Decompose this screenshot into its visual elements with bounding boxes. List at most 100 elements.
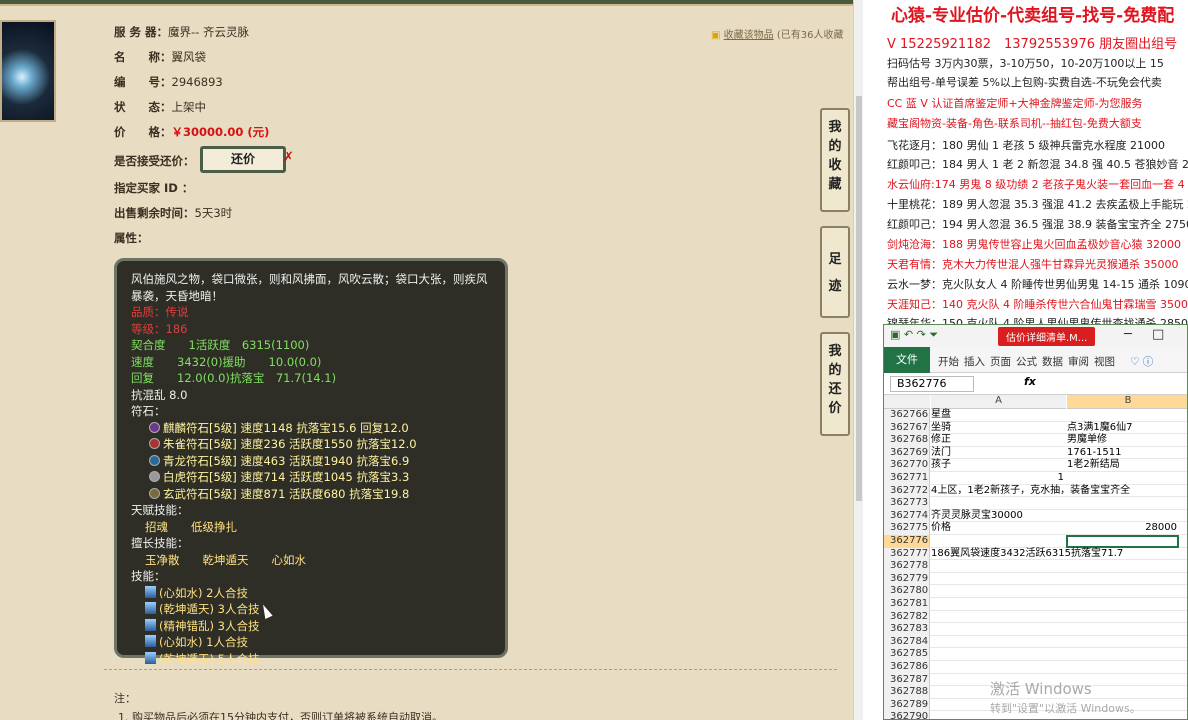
skill-icon xyxy=(145,585,156,598)
column-header-a[interactable]: A xyxy=(931,395,1066,409)
row-number[interactable]: 362770 xyxy=(884,459,930,472)
sheet-row[interactable]: 362769 法门 1761-1511 xyxy=(884,446,1187,460)
tab-home[interactable]: 开始 xyxy=(938,354,959,369)
name-value: 翼风袋 xyxy=(171,50,207,64)
cell-b[interactable]: 男魔单修 xyxy=(1067,434,1107,447)
row-number[interactable]: 362777 xyxy=(884,547,930,561)
cell-a[interactable]: 坐骑 xyxy=(931,422,951,435)
cell-a[interactable]: 星盘 xyxy=(931,409,951,422)
row-number[interactable]: 362780 xyxy=(884,585,930,598)
cell-a[interactable]: 修正 xyxy=(931,434,951,447)
row-number[interactable]: 362773 xyxy=(884,497,930,510)
favorite-label[interactable]: 收藏该物品 xyxy=(724,30,774,41)
counter-offer-button[interactable]: 还价 xyxy=(200,146,286,173)
cell-b[interactable]: 1老2新结局 xyxy=(1067,459,1120,472)
row-number[interactable]: 362778 xyxy=(884,560,930,573)
cell-a-number[interactable]: 1 xyxy=(994,472,1064,485)
sheet-row[interactable]: 362774 齐灵灵脉灵宝30000 xyxy=(884,509,1187,523)
row-number[interactable]: 362769 xyxy=(884,446,930,460)
file-tab[interactable]: 文件 xyxy=(884,347,930,373)
row-number[interactable]: 362767 xyxy=(884,421,930,435)
row-number[interactable]: 362782 xyxy=(884,610,930,624)
row-number[interactable]: 362788 xyxy=(884,686,930,699)
fx-icon[interactable]: fx xyxy=(1024,375,1036,388)
sheet-row[interactable]: 362771 1 xyxy=(884,472,1187,485)
row-number[interactable]: 362775 xyxy=(884,522,930,535)
page-scrollbar[interactable] xyxy=(853,0,863,720)
price-label: 价 格： xyxy=(114,125,172,139)
sheet-row[interactable]: 362779 xyxy=(884,572,1187,586)
maximize-icon[interactable]: □ xyxy=(1152,327,1164,342)
sheet-row[interactable]: 362767 坐骑 点3满1魔6仙7 xyxy=(884,421,1187,435)
row-number[interactable]: 362766 xyxy=(884,409,930,422)
row-number[interactable]: 362790 xyxy=(884,711,930,719)
remaining-value: 5天3时 xyxy=(194,206,233,220)
sheet-row[interactable]: 362775 价格 28000 xyxy=(884,522,1187,535)
row-number[interactable]: 362787 xyxy=(884,673,930,687)
cell-b[interactable]: 1761-1511 xyxy=(1067,447,1122,460)
tab-formula[interactable]: 公式 xyxy=(1016,354,1037,369)
cell-b-number[interactable]: 28000 xyxy=(1067,522,1177,535)
tab-view[interactable]: 视图 xyxy=(1094,354,1115,369)
excel-titlebar: ▣ ↶ ↷ ⏷ 估价详细清单.M... ─ □ xyxy=(884,325,1187,347)
scrollbar-thumb[interactable] xyxy=(856,96,862,501)
collection-char: 我 xyxy=(828,120,842,135)
name-box[interactable]: B362776 xyxy=(890,376,974,392)
skill-text: (乾坤遁天) 5人合技 xyxy=(159,651,260,666)
sheet-row[interactable]: 362768 修正 男魔单修 xyxy=(884,434,1187,447)
selected-cell[interactable] xyxy=(1066,535,1179,548)
cell-a[interactable]: 186翼风袋速度3432活跃6315抗落宝71.7 xyxy=(931,548,1123,561)
row-number[interactable]: 362774 xyxy=(884,509,930,523)
row-number[interactable]: 362785 xyxy=(884,648,930,661)
row-number[interactable]: 362781 xyxy=(884,598,930,611)
cell-a[interactable]: 价格 xyxy=(931,522,951,535)
corner-header[interactable] xyxy=(884,395,930,409)
sheet-row[interactable]: 362784 xyxy=(884,635,1187,649)
sheet-row[interactable]: 362766 星盘 xyxy=(884,409,1187,422)
item-thumbnail[interactable] xyxy=(0,20,56,122)
cell-a[interactable]: 法门 xyxy=(931,447,951,460)
my-bargain-button[interactable]: 我 的 还 价 xyxy=(820,332,850,436)
sheet-row[interactable]: 362770 孩子 1老2新结局 xyxy=(884,459,1187,472)
excel-ribbon: 文件 开始 插入 页面 公式 数据 审阅 视图 ♡ ⓘ xyxy=(884,347,1187,373)
cell-a[interactable]: 孩子 xyxy=(931,459,951,472)
sheet-row[interactable]: 362782 xyxy=(884,610,1187,624)
attr-row: 属性： xyxy=(114,230,149,246)
cell-a[interactable]: 4上区，1老2新孩子，克水抽，装备宝宝齐全 xyxy=(931,485,1130,498)
sheet-row[interactable]: 362781 xyxy=(884,598,1187,611)
row-number[interactable]: 362776 xyxy=(884,535,930,548)
tab-page[interactable]: 页面 xyxy=(990,354,1011,369)
cell-a[interactable]: 齐灵灵脉灵宝30000 xyxy=(931,510,1023,523)
footprint-button[interactable]: 足 迹 xyxy=(820,226,850,318)
minimize-icon[interactable]: ─ xyxy=(1124,327,1132,342)
sheet-row[interactable]: 362777 186翼风袋速度3432活跃6315抗落宝71.7 xyxy=(884,547,1187,561)
favorite-link[interactable]: ▣ 收藏该物品 (已有36人收藏 xyxy=(711,26,843,41)
my-collection-button[interactable]: 我 的 收 藏 xyxy=(820,108,850,212)
sheet-row[interactable]: 362785 xyxy=(884,648,1187,661)
sheet-row[interactable]: 362776 xyxy=(884,535,1187,548)
help-icon[interactable]: ♡ ⓘ xyxy=(1130,354,1153,369)
tab-insert[interactable]: 插入 xyxy=(964,354,985,369)
row-number[interactable]: 362786 xyxy=(884,661,930,674)
cell-b[interactable]: 点3满1魔6仙7 xyxy=(1067,422,1132,435)
sheet-row[interactable]: 362772 4上区，1老2新孩子，克水抽，装备宝宝齐全 xyxy=(884,484,1187,498)
sheet-row[interactable]: 362783 xyxy=(884,623,1187,636)
sheet-row[interactable]: 362786 xyxy=(884,661,1187,674)
close-icon[interactable]: ✗ xyxy=(283,150,294,165)
tab-review[interactable]: 审阅 xyxy=(1068,354,1089,369)
row-number[interactable]: 362771 xyxy=(884,472,930,485)
sheet-row[interactable]: 362773 xyxy=(884,497,1187,510)
row-number[interactable]: 362779 xyxy=(884,572,930,586)
row-number[interactable]: 362784 xyxy=(884,635,930,649)
row-number[interactable]: 362789 xyxy=(884,698,930,712)
row-number[interactable]: 362772 xyxy=(884,484,930,498)
buyer-row: 指定买家 ID ： xyxy=(114,180,193,196)
rune-icon xyxy=(149,421,160,433)
sheet-row[interactable]: 362778 xyxy=(884,560,1187,573)
tab-data[interactable]: 数据 xyxy=(1042,354,1063,369)
row-number[interactable]: 362783 xyxy=(884,623,930,636)
sheet-row[interactable]: 362780 xyxy=(884,585,1187,598)
column-header-b[interactable]: B xyxy=(1067,395,1187,409)
row-number[interactable]: 362768 xyxy=(884,434,930,447)
save-icon[interactable]: ▣ ↶ ↷ ⏷ xyxy=(890,328,938,342)
